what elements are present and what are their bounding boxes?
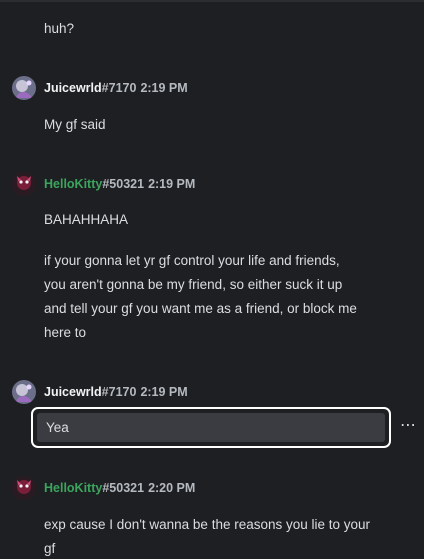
- user-tag: #7170: [101, 385, 137, 399]
- timestamp: 2:19 PM: [140, 81, 188, 95]
- message-text: you aren't gonna be my friend, so either…: [44, 277, 343, 292]
- user-tag: #50321: [102, 177, 145, 191]
- avatar[interactable]: [12, 172, 36, 196]
- hellokitty-avatar-icon: [12, 476, 36, 500]
- message-header: HelloKitty#50321 2:19 PM: [44, 176, 195, 192]
- message-header: Juicewrld#7170 2:19 PM: [44, 80, 188, 96]
- edit-message-box[interactable]: Yea: [31, 407, 391, 448]
- timestamp: 2:20 PM: [148, 481, 196, 495]
- message-text: if your gonna let yr gf control your lif…: [44, 253, 340, 268]
- message-header: HelloKitty#50321 2:20 PM: [44, 480, 195, 496]
- timestamp: 2:19 PM: [140, 385, 188, 399]
- message-text: and tell your gf you want me as a friend…: [44, 301, 357, 316]
- hellokitty-avatar-icon: [12, 172, 36, 196]
- timestamp: 2:19 PM: [148, 177, 196, 191]
- edit-message-field[interactable]: Yea: [37, 413, 385, 442]
- message-text: exp cause I don't wanna be the reasons y…: [44, 517, 371, 532]
- chat-window: huh? Juicewrld#7170 2:19 PM My gf said He…: [0, 0, 424, 559]
- user-tag: #50321: [102, 481, 145, 495]
- message-text: gf: [44, 541, 56, 556]
- message-text: BAHAHHAHA: [44, 212, 129, 227]
- avatar[interactable]: [12, 76, 36, 100]
- juicewrld-avatar-icon: [12, 380, 36, 404]
- avatar[interactable]: [12, 476, 36, 500]
- message-text: here to: [44, 325, 87, 340]
- message-text: huh?: [44, 21, 75, 36]
- username[interactable]: HelloKitty: [44, 177, 102, 191]
- avatar[interactable]: [12, 380, 36, 404]
- message-header: Juicewrld#7170 2:19 PM: [44, 384, 188, 400]
- edit-message-text[interactable]: Yea: [46, 420, 69, 436]
- username[interactable]: Juicewrld: [44, 81, 102, 95]
- more-options-icon[interactable]: ⋯: [399, 417, 417, 435]
- username[interactable]: HelloKitty: [44, 481, 102, 495]
- juicewrld-avatar-icon: [12, 76, 36, 100]
- username[interactable]: Juicewrld: [44, 385, 102, 399]
- message-text: My gf said: [44, 117, 106, 132]
- top-divider: [0, 0, 424, 2]
- user-tag: #7170: [101, 81, 137, 95]
